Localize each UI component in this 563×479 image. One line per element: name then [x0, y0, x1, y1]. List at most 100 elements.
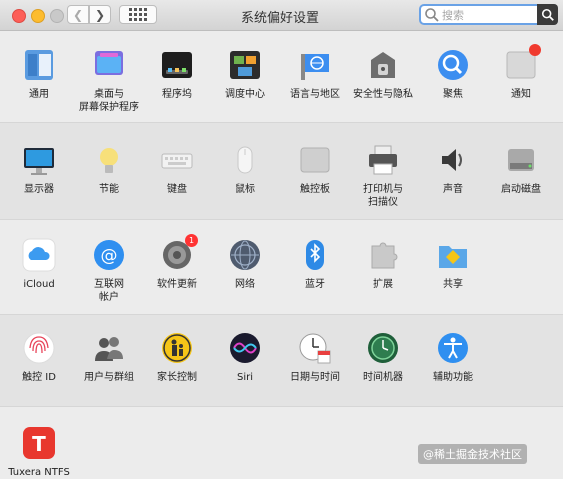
pref-pane-label: 聚焦: [443, 89, 463, 100]
time-machine-icon: [366, 331, 400, 365]
internet-accounts-icon: @: [92, 238, 126, 272]
pref-pane-bluetooth[interactable]: 蓝牙: [280, 238, 350, 291]
pref-pane-label: 触控板: [300, 184, 330, 195]
minimize-window-button[interactable]: [31, 9, 45, 23]
pref-pane-time-machine[interactable]: 时间机器: [348, 331, 418, 384]
tuxera-ntfs-icon: T: [22, 426, 56, 460]
pref-pane-label: 桌面与 屏幕保护程序: [79, 89, 139, 113]
pref-pane-label: 触控 ID: [22, 372, 56, 383]
pref-pane-keyboard[interactable]: 键盘: [142, 143, 212, 196]
pref-pane-label: 扩展: [373, 279, 393, 290]
startup-disk-icon: [504, 143, 538, 177]
pref-pane-users-groups[interactable]: 用户与群组: [74, 331, 144, 384]
svg-text:@: @: [101, 246, 118, 266]
pref-pane-energy-saver[interactable]: 节能: [74, 143, 144, 196]
chevron-right-icon: ❯: [94, 7, 106, 22]
pref-pane-label: 启动磁盘: [501, 184, 541, 195]
back-button[interactable]: ❮: [67, 5, 89, 24]
sound-icon: [436, 143, 470, 177]
mission-control-icon: [228, 48, 262, 82]
pref-pane-label: 时间机器: [363, 372, 403, 383]
pref-pane-general[interactable]: 通用: [4, 48, 74, 101]
pref-pane-notifications[interactable]: 通知: [486, 44, 556, 101]
pref-pane-internet-accounts[interactable]: @ 互联网 帐户: [74, 238, 144, 304]
network-icon: [228, 238, 262, 272]
pref-pane-label: 打印机与 扫描仪: [363, 184, 403, 208]
touch-id-icon: [22, 331, 56, 365]
general-icon: [22, 48, 56, 82]
pref-pane-siri[interactable]: Siri: [210, 331, 280, 384]
sharing-icon: [436, 238, 470, 272]
pref-pane-label: 辅助功能: [433, 372, 473, 383]
mouse-icon: [228, 143, 262, 177]
pref-pane-dock[interactable]: 程序坞: [142, 48, 212, 101]
displays-icon: [22, 143, 56, 177]
forward-button[interactable]: ❯: [89, 5, 111, 24]
accessibility-icon: [436, 331, 470, 365]
zoom-window-button[interactable]: [50, 9, 64, 23]
close-window-button[interactable]: [12, 9, 26, 23]
pref-pane-label: 语言与地区: [290, 89, 340, 100]
pref-pane-date-time[interactable]: 日期与时间: [280, 331, 350, 384]
chevron-left-icon: ❮: [72, 7, 84, 22]
pref-pane-label: 键盘: [167, 184, 187, 195]
dock-icon: [160, 48, 194, 82]
pref-pane-label: 共享: [443, 279, 463, 290]
users-groups-icon: [92, 331, 126, 365]
software-update-icon: 1: [160, 234, 198, 272]
grid-icon: [129, 8, 147, 21]
pref-pane-desktop-screensaver[interactable]: 桌面与 屏幕保护程序: [74, 48, 144, 114]
extensions-icon: [366, 238, 400, 272]
date-time-icon: [298, 331, 332, 365]
pref-pane-label: Siri: [236, 372, 253, 383]
pref-pane-label: 鼠标: [235, 184, 255, 195]
spotlight-icon: [436, 48, 470, 82]
trackpad-icon: [298, 143, 332, 177]
search-placeholder: 搜索: [442, 8, 464, 22]
title-bar: ❮ ❯ 系统偏好设置 搜索: [0, 0, 563, 31]
pref-pane-label: 节能: [99, 184, 119, 195]
pref-pane-label: 互联网 帐户: [94, 279, 124, 303]
pref-pane-accessibility[interactable]: 辅助功能: [418, 331, 488, 384]
pref-pane-touch-id[interactable]: 触控 ID: [4, 331, 74, 384]
pref-pane-label: 程序坞: [162, 89, 192, 100]
energy-saver-icon: [92, 143, 126, 177]
pref-pane-icloud[interactable]: iCloud: [4, 238, 74, 291]
siri-icon: [228, 331, 262, 365]
pref-pane-label: 声音: [443, 184, 463, 195]
pref-pane-spotlight[interactable]: 聚焦: [418, 48, 488, 101]
pref-pane-mission-control[interactable]: 调度中心: [210, 48, 280, 101]
bluetooth-icon: [298, 238, 332, 272]
pref-pane-extensions[interactable]: 扩展: [348, 238, 418, 291]
pref-pane-printers-scanners[interactable]: 打印机与 扫描仪: [348, 143, 418, 209]
pref-pane-label: 软件更新: [157, 279, 197, 290]
update-count-badge: 1: [185, 234, 198, 247]
pref-pane-mouse[interactable]: 鼠标: [210, 143, 280, 196]
pref-pane-displays[interactable]: 显示器: [4, 143, 74, 196]
pref-pane-tuxera-ntfs[interactable]: T Tuxera NTFS: [4, 426, 74, 479]
search-icon: [541, 8, 554, 21]
pref-pane-language-region[interactable]: 语言与地区: [280, 48, 350, 101]
pref-pane-label: 家长控制: [157, 372, 197, 383]
search-button[interactable]: [537, 4, 558, 25]
pref-pane-label: Tuxera NTFS: [8, 467, 70, 478]
show-all-button[interactable]: [119, 5, 157, 24]
pref-pane-label: 调度中心: [225, 89, 265, 100]
pref-pane-software-update[interactable]: 1 软件更新: [142, 234, 212, 291]
pref-pane-label: iCloud: [23, 279, 55, 290]
pref-pane-network[interactable]: 网络: [210, 238, 280, 291]
pref-pane-sharing[interactable]: 共享: [418, 238, 488, 291]
window-title: 系统偏好设置: [240, 11, 319, 26]
pref-pane-startup-disk[interactable]: 启动磁盘: [486, 143, 556, 196]
pref-pane-label: 用户与群组: [84, 372, 134, 383]
pref-pane-parental-controls[interactable]: 家长控制: [142, 331, 212, 384]
pref-pane-sound[interactable]: 声音: [418, 143, 488, 196]
notifications-icon: [504, 44, 541, 82]
pref-pane-label: 安全性与隐私: [353, 89, 413, 100]
svg-text:T: T: [32, 432, 46, 456]
printers-scanners-icon: [366, 143, 400, 177]
security-privacy-icon: [366, 48, 400, 82]
pref-pane-trackpad[interactable]: 触控板: [280, 143, 350, 196]
pref-pane-security-privacy[interactable]: 安全性与隐私: [348, 48, 418, 101]
search-icon: [425, 7, 439, 22]
